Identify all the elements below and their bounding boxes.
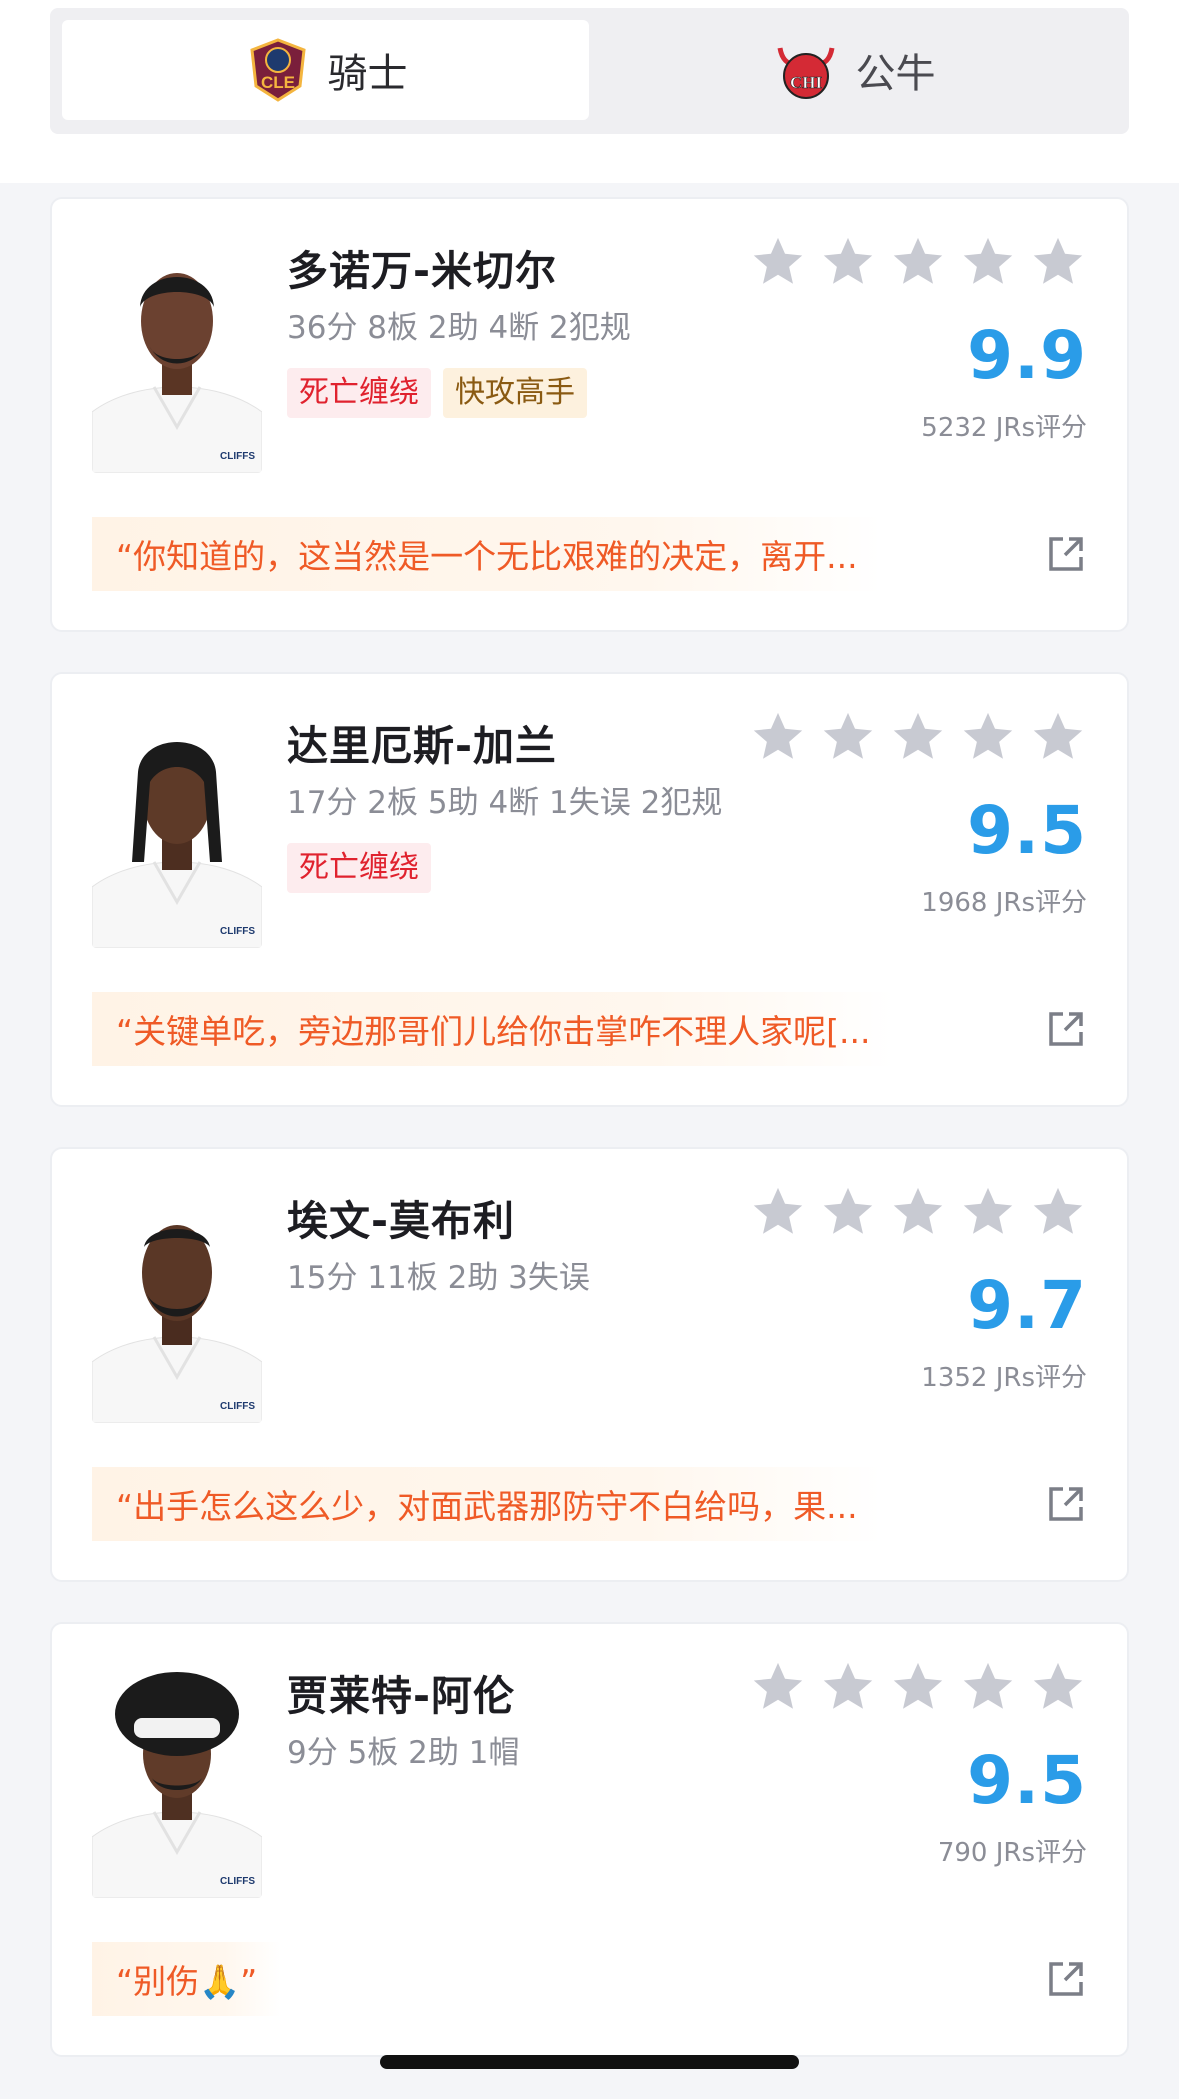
share-icon[interactable] bbox=[1045, 1008, 1087, 1050]
star-icon[interactable] bbox=[749, 1658, 807, 1716]
star-icon[interactable] bbox=[749, 708, 807, 766]
player-stats: 9分 5板 2助 1帽 bbox=[287, 1735, 520, 1771]
star-icon[interactable] bbox=[959, 1183, 1017, 1241]
tab-bulls[interactable]: CHI 公牛 bbox=[590, 20, 1117, 120]
player-tags: 死亡缠绕 bbox=[287, 843, 431, 893]
top-comment[interactable]: “关键单吃，旁边那哥们儿给你击掌咋不理人家呢[... bbox=[92, 992, 895, 1066]
star-icon[interactable] bbox=[749, 1183, 807, 1241]
top-comment[interactable]: “你知道的，这当然是一个无比艰难的决定，离开... bbox=[92, 517, 882, 591]
rating-stars[interactable] bbox=[749, 233, 1087, 291]
share-icon[interactable] bbox=[1045, 533, 1087, 575]
star-icon[interactable] bbox=[889, 1658, 947, 1716]
team-switcher-bar: CLE 骑士 CHI 公牛 bbox=[0, 0, 1179, 183]
jersey-text: CLIFFS bbox=[220, 1876, 255, 1887]
star-icon[interactable] bbox=[819, 1658, 877, 1716]
top-comment[interactable]: “别伤🙏” bbox=[92, 1942, 282, 2016]
jersey-text: CLIFFS bbox=[220, 451, 255, 462]
player-card[interactable]: CLIFFS 贾莱特-阿伦 9分 5板 2助 1帽 9.5 790 JRs评分 … bbox=[50, 1622, 1129, 2057]
star-icon[interactable] bbox=[959, 233, 1017, 291]
tab-cavaliers[interactable]: CLE 骑士 bbox=[62, 20, 589, 120]
team-tabs: CLE 骑士 CHI 公牛 bbox=[50, 8, 1129, 134]
player-card[interactable]: CLIFFS 埃文-莫布利 15分 11板 2助 3失误 9.7 1352 JR… bbox=[50, 1147, 1129, 1582]
cavaliers-logo-icon: CLE bbox=[244, 36, 312, 104]
rating-stars[interactable] bbox=[749, 1183, 1087, 1241]
star-icon[interactable] bbox=[889, 1183, 947, 1241]
player-score: 9.5 bbox=[967, 792, 1087, 869]
player-card[interactable]: CLIFFS 达里厄斯-加兰 17分 2板 5助 4断 1失误 2犯规 死亡缠绕… bbox=[50, 672, 1129, 1107]
share-icon[interactable] bbox=[1045, 1483, 1087, 1525]
star-icon[interactable] bbox=[1029, 1183, 1087, 1241]
rating-count: 1352 JRs评分 bbox=[921, 1363, 1087, 1393]
player-avatar: CLIFFS bbox=[92, 1187, 262, 1423]
player-card[interactable]: CLIFFS 多诺万-米切尔 36分 8板 2助 4断 2犯规 死亡缠绕 快攻高… bbox=[50, 197, 1129, 632]
player-name: 贾莱特-阿伦 bbox=[287, 1672, 516, 1720]
player-avatar: CLIFFS bbox=[92, 712, 262, 948]
player-score: 9.7 bbox=[967, 1267, 1087, 1344]
rating-count: 5232 JRs评分 bbox=[921, 413, 1087, 443]
player-tag: 快攻高手 bbox=[443, 368, 587, 418]
jersey-text: CLIFFS bbox=[220, 926, 255, 937]
rating-count: 790 JRs评分 bbox=[937, 1838, 1087, 1868]
player-name: 达里厄斯-加兰 bbox=[287, 722, 558, 770]
player-name: 埃文-莫布利 bbox=[287, 1197, 516, 1245]
star-icon[interactable] bbox=[819, 708, 877, 766]
rating-stars[interactable] bbox=[749, 708, 1087, 766]
player-stats: 36分 8板 2助 4断 2犯规 bbox=[287, 310, 631, 346]
star-icon[interactable] bbox=[889, 708, 947, 766]
bulls-logo-icon: CHI bbox=[772, 36, 840, 104]
player-tags: 死亡缠绕 快攻高手 bbox=[287, 368, 587, 418]
bulls-logo-text: CHI bbox=[789, 73, 822, 92]
star-icon[interactable] bbox=[819, 1183, 877, 1241]
share-icon[interactable] bbox=[1045, 1958, 1087, 2000]
player-avatar: CLIFFS bbox=[92, 1662, 262, 1898]
player-score: 9.5 bbox=[967, 1742, 1087, 1819]
star-icon[interactable] bbox=[959, 1658, 1017, 1716]
rating-count: 1968 JRs评分 bbox=[921, 888, 1087, 918]
star-icon[interactable] bbox=[1029, 708, 1087, 766]
jersey-text: CLIFFS bbox=[220, 1401, 255, 1412]
player-stats: 17分 2板 5助 4断 1失误 2犯规 bbox=[287, 785, 723, 821]
star-icon[interactable] bbox=[1029, 233, 1087, 291]
star-icon[interactable] bbox=[749, 233, 807, 291]
player-tag: 死亡缠绕 bbox=[287, 843, 431, 893]
top-comment[interactable]: “出手怎么这么少，对面武器那防守不白给吗，果... bbox=[92, 1467, 882, 1541]
tab-label: 公牛 bbox=[855, 51, 936, 97]
rating-stars[interactable] bbox=[749, 1658, 1087, 1716]
star-icon[interactable] bbox=[959, 708, 1017, 766]
player-score: 9.9 bbox=[967, 317, 1087, 394]
player-stats: 15分 11板 2助 3失误 bbox=[287, 1260, 590, 1296]
player-avatar: CLIFFS bbox=[92, 237, 262, 473]
home-indicator[interactable] bbox=[380, 2055, 799, 2069]
player-tag: 死亡缠绕 bbox=[287, 368, 431, 418]
star-icon[interactable] bbox=[1029, 1658, 1087, 1716]
star-icon[interactable] bbox=[889, 233, 947, 291]
tab-label: 骑士 bbox=[327, 51, 408, 97]
player-name: 多诺万-米切尔 bbox=[287, 247, 558, 295]
cavaliers-logo-text: CLE bbox=[261, 73, 295, 92]
star-icon[interactable] bbox=[819, 233, 877, 291]
